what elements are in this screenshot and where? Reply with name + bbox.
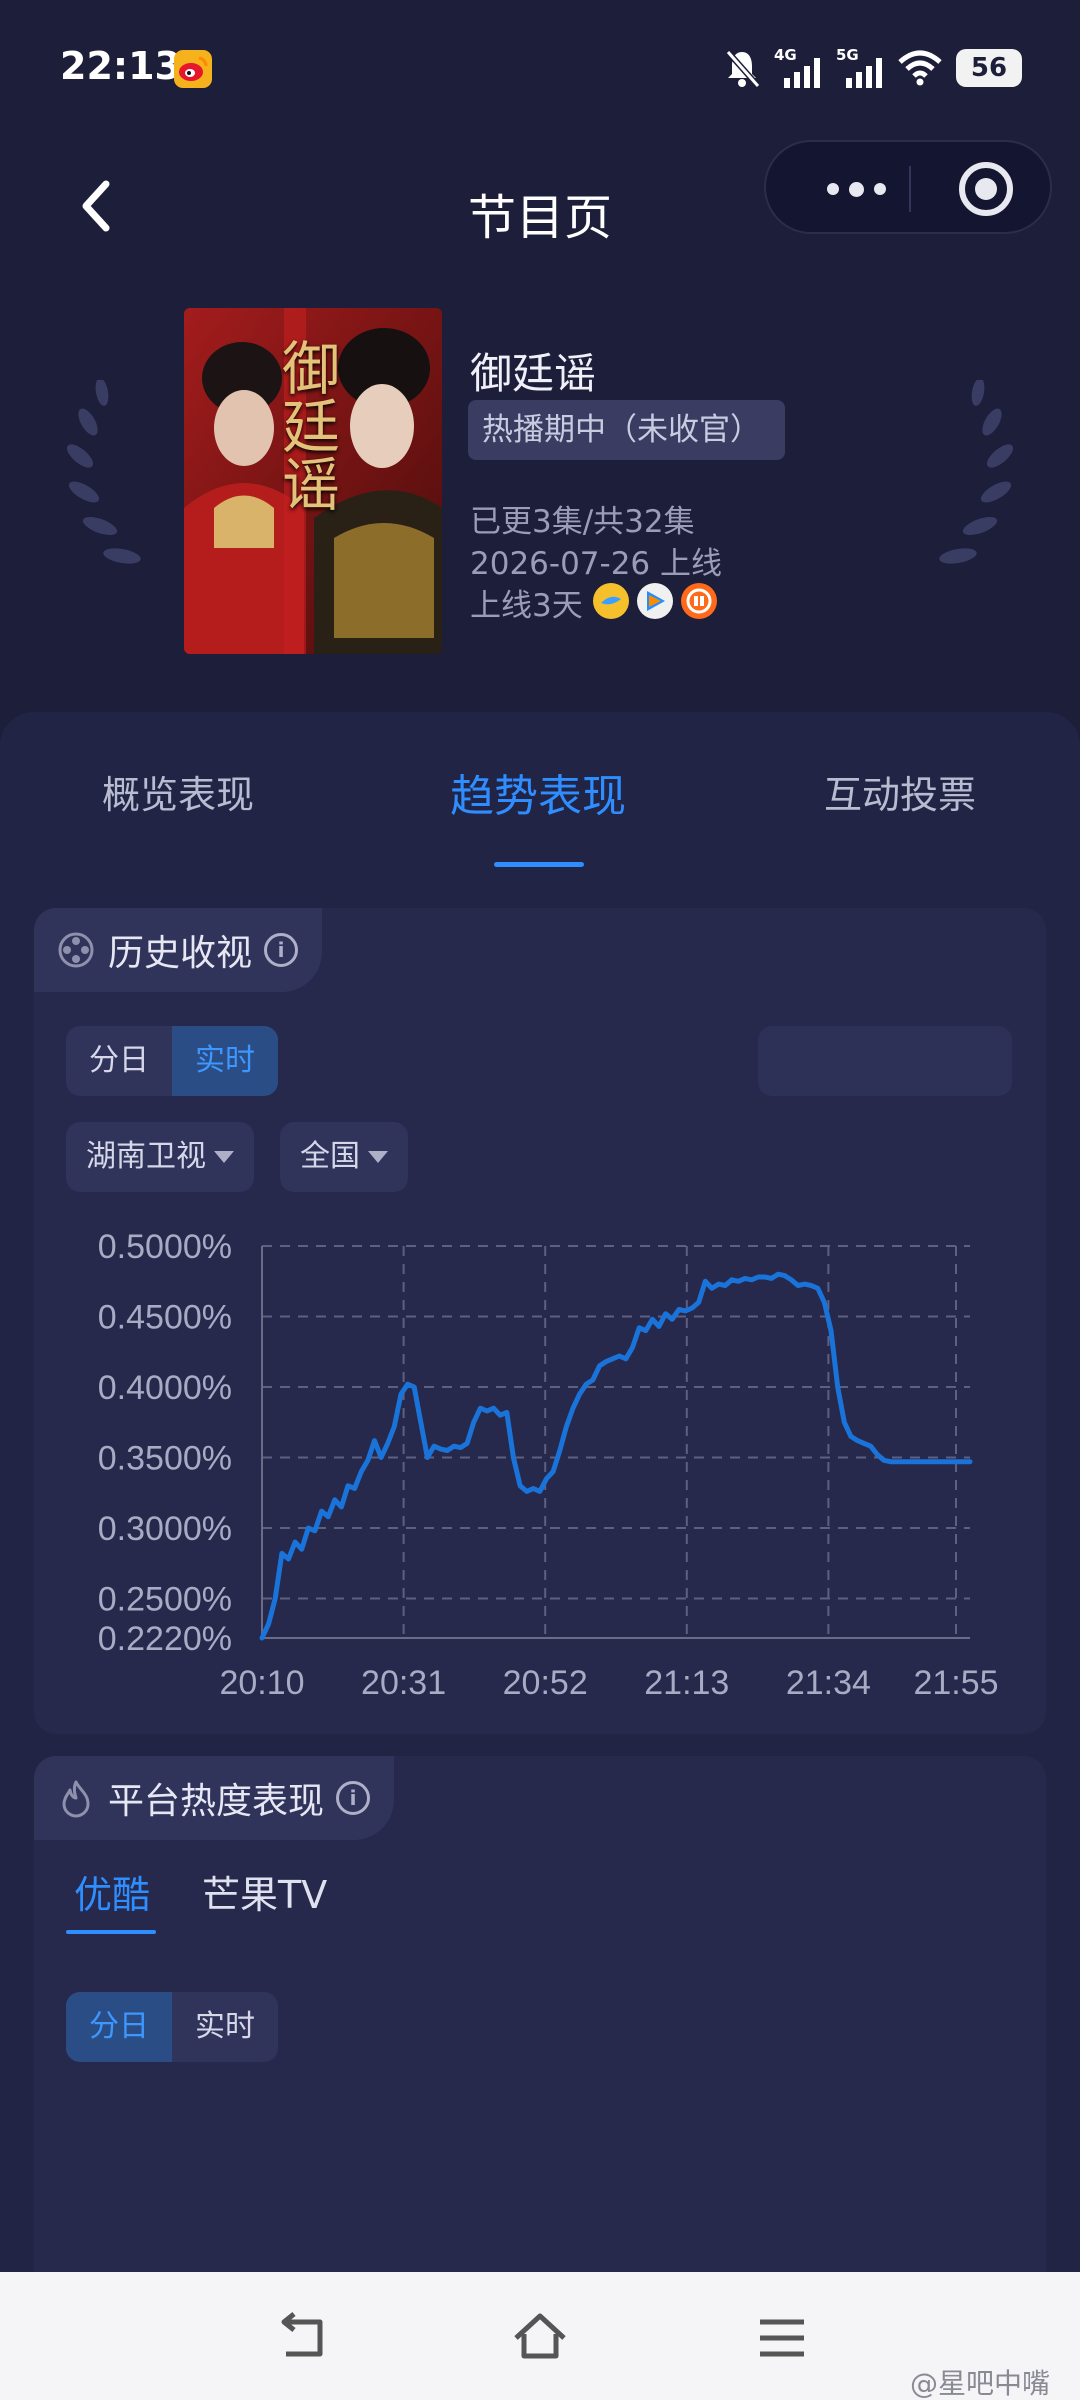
days-online: 上线3天 [470, 588, 583, 624]
tab-vote[interactable]: 互动投票 [824, 764, 976, 819]
section-title: 平台热度表现 [108, 1781, 325, 1822]
x-tick-label: 20:10 [219, 1664, 304, 1702]
info-icon[interactable]: i [336, 1781, 371, 1815]
nav-back-button[interactable] [272, 2308, 332, 2368]
nav-menu-button[interactable] [752, 2308, 812, 2368]
poster-title-text: 御廷谣 [272, 338, 340, 512]
tencent-video-icon [637, 583, 673, 619]
watermark: @星吧中嘴 [909, 2367, 1050, 2400]
x-tick-label: 20:52 [503, 1664, 588, 1702]
laurel-left-icon [66, 380, 141, 564]
tab-overview[interactable]: 概览表现 [102, 764, 254, 819]
status-bar: 22:13 4G 5G 56 [0, 0, 1080, 140]
mango-tv-icon [681, 583, 717, 619]
y-tick-label: 0.2500% [98, 1581, 232, 1619]
platform-icons [593, 583, 717, 619]
x-tick-label: 20:31 [361, 1664, 446, 1702]
section-header: 平台热度表现 i [34, 1756, 395, 1840]
home-icon [514, 2313, 566, 2359]
laurel-right-icon [939, 380, 1014, 564]
more-button[interactable] [806, 142, 906, 236]
status-icons: 4G 5G 56 [724, 46, 1022, 90]
x-tick-label: 21:55 [913, 1664, 998, 1702]
show-title: 御廷谣 [470, 349, 597, 398]
status-badge: 热播期中（未收官） [468, 400, 785, 460]
subtab-active-indicator [66, 1930, 156, 1934]
y-tick-label: 0.3000% [98, 1510, 232, 1548]
status-time: 22:13 [60, 44, 181, 88]
bell-muted-icon [725, 50, 760, 88]
menu-icon [760, 2319, 804, 2357]
return-icon [281, 2312, 323, 2357]
episode-count: 已更3集/共32集 [470, 504, 695, 540]
toggle-realtime[interactable]: 实时 [172, 1992, 278, 2062]
toggle-daily[interactable]: 分日 [66, 1992, 172, 2062]
youku-icon [593, 583, 629, 619]
y-tick-label: 0.2220% [98, 1620, 232, 1658]
x-tick-label: 21:34 [786, 1664, 871, 1702]
more-dots-icon [826, 183, 839, 195]
signal-4g-icon: 4G [774, 46, 822, 90]
main-panel: 概览表现 趋势表现 互动投票 历史收视 i 分日 实时 湖南卫视 全国 0.50… [0, 712, 1080, 2316]
tab-trend[interactable]: 趋势表现 [450, 760, 626, 824]
ratings-line-chart: 0.5000% 0.4500% 0.4000% 0.3500% 0.3000% 0.250… [98, 1228, 999, 1702]
battery-icon: 56 [956, 49, 1022, 87]
subtab-mango-tv[interactable]: 芒果TV [202, 1864, 327, 1919]
weibo-notification-icon [174, 50, 212, 88]
close-miniprogram-button[interactable] [959, 162, 1013, 216]
y-tick-label: 0.4500% [98, 1299, 232, 1337]
y-tick-label: 0.4000% [98, 1369, 232, 1407]
capsule-divider [909, 166, 911, 212]
subtab-youku[interactable]: 优酷 [74, 1864, 150, 1919]
tab-active-indicator [494, 862, 584, 867]
premiere-date: 2026-07-26 上线 [470, 546, 723, 582]
granularity-toggle: 分日 实时 [66, 1992, 278, 2062]
platform-heat-section: 平台热度表现 i 优酷 芒果TV 分日 实时 [34, 1756, 1046, 2316]
show-poster[interactable]: 御廷谣 [184, 308, 442, 654]
y-tick-label: 0.3500% [98, 1440, 232, 1478]
mini-program-capsule [764, 140, 1052, 234]
y-tick-label: 0.5000% [98, 1228, 232, 1266]
ratings-series-line [259, 1271, 973, 1641]
x-tick-label: 21:13 [644, 1664, 729, 1702]
history-ratings-section: 历史收视 i 分日 实时 湖南卫视 全国 0.5000% 0.4500% 0.400… [34, 908, 1046, 1734]
wifi-icon [898, 50, 942, 86]
header: 节目页 [0, 140, 1080, 270]
signal-5g-icon: 5G [836, 46, 884, 90]
tab-bar: 概览表现 趋势表现 互动投票 [0, 712, 1080, 872]
nav-home-button[interactable] [510, 2308, 570, 2368]
flame-icon [62, 1780, 90, 1818]
